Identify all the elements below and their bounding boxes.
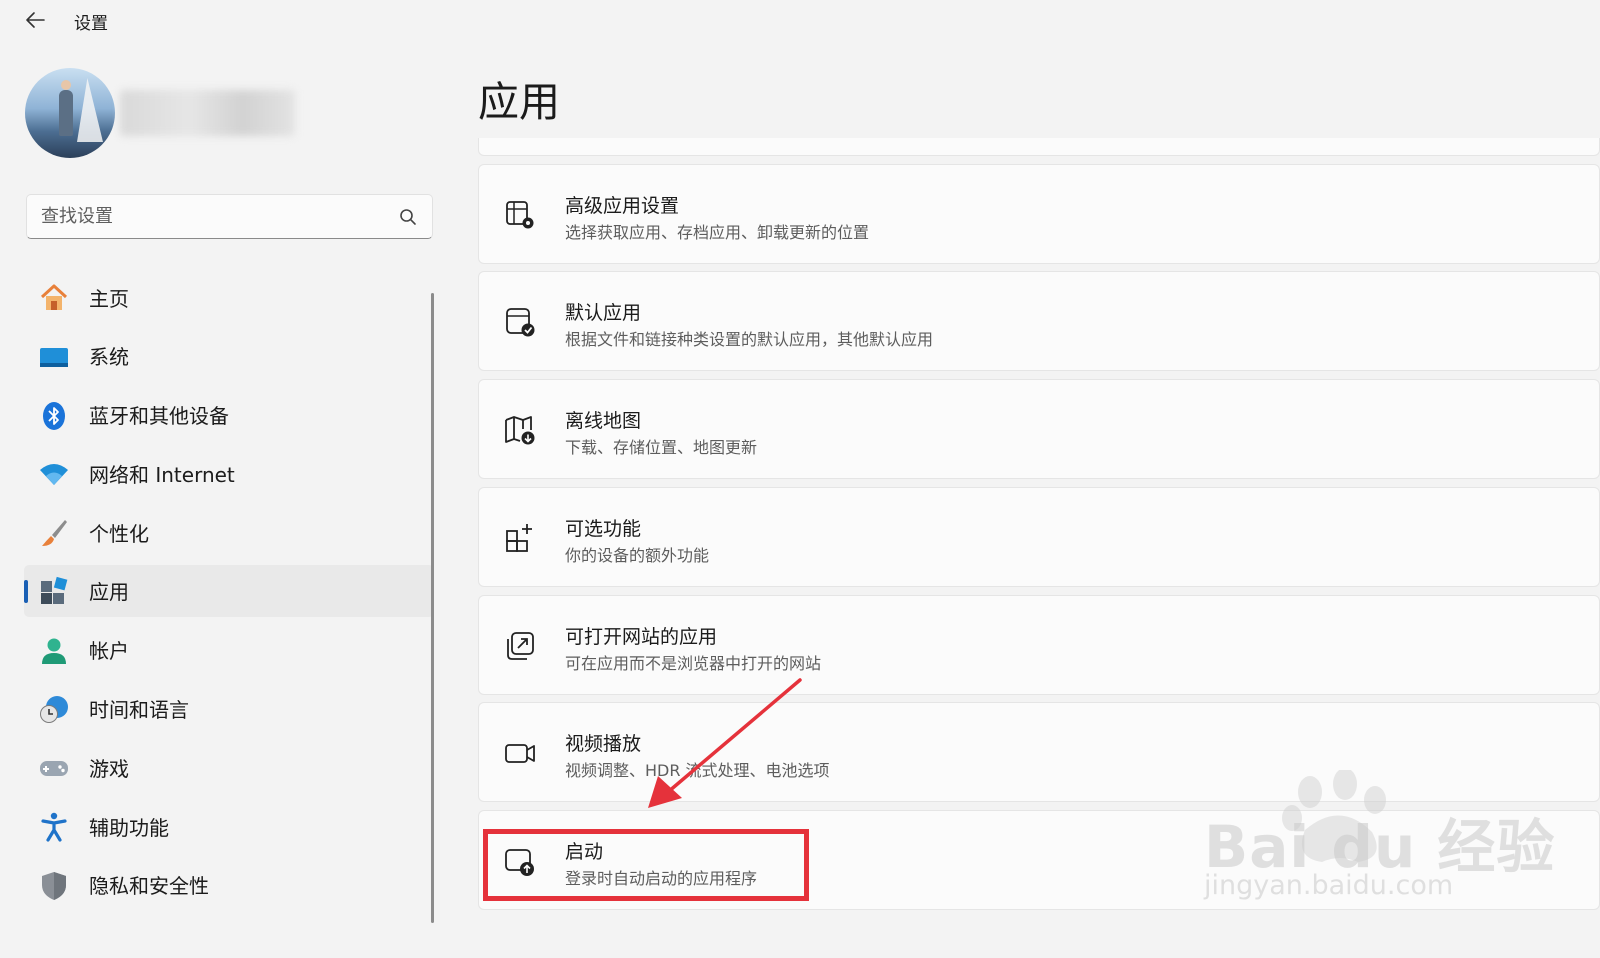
sidebar-item-accounts[interactable]: 帐户: [24, 624, 434, 676]
offline-map-icon: [505, 416, 535, 445]
sidebar-item-label: 应用: [89, 580, 129, 605]
card-title: 默认应用: [565, 302, 642, 324]
avatar[interactable]: [25, 68, 115, 158]
sidebar-item-network[interactable]: 网络和 Internet: [24, 447, 434, 499]
back-button[interactable]: [22, 6, 50, 34]
sidebar-item-bluetooth[interactable]: 蓝牙和其他设备: [24, 389, 434, 441]
card-title: 可打开网站的应用: [565, 626, 718, 648]
search-icon[interactable]: [398, 207, 418, 227]
card-advanced-app-settings[interactable]: 高级应用设置 选择获取应用、存档应用、卸载更新的位置: [478, 164, 1600, 264]
apps-icon: [41, 576, 68, 604]
card-subtitle: 下载、存储位置、地图更新: [565, 438, 758, 457]
card-default-apps[interactable]: 默认应用 根据文件和链接种类设置的默认应用，其他默认应用: [478, 271, 1600, 371]
card-offline-maps[interactable]: 离线地图 下载、存储位置、地图更新: [478, 379, 1600, 479]
search-box[interactable]: [26, 194, 433, 239]
card-optional-features[interactable]: 可选功能 你的设备的额外功能: [478, 487, 1600, 587]
video-camera-icon: [505, 744, 535, 763]
sidebar-item-time-language[interactable]: 时间和语言: [24, 683, 434, 735]
gamepad-icon: [40, 761, 68, 777]
clock-globe-icon: [40, 695, 68, 723]
system-icon: [40, 347, 68, 367]
sidebar-item-accessibility[interactable]: 辅助功能: [24, 800, 434, 852]
card-title: 高级应用设置: [565, 195, 680, 217]
wifi-icon: [40, 464, 68, 486]
card-title: 视频播放: [565, 733, 642, 755]
card-title: 可选功能: [565, 518, 642, 540]
red-arrow-icon: [648, 678, 802, 808]
card-partial-top: [478, 138, 1600, 156]
sidebar-item-privacy-security[interactable]: 隐私和安全性: [24, 859, 434, 911]
sidebar-item-label: 个性化: [89, 521, 149, 546]
sidebar-item-apps[interactable]: 应用: [24, 564, 434, 617]
user-name-blurred: [120, 90, 295, 136]
sidebar-item-label: 主页: [89, 286, 129, 311]
sidebar-item-label: 游戏: [89, 756, 129, 781]
sidebar-item-label: 隐私和安全性: [89, 874, 209, 899]
card-subtitle: 你的设备的额外功能: [565, 546, 710, 565]
back-arrow-icon: [26, 12, 45, 28]
sidebar-nav: 主页 系统 蓝牙和其他设备 网络和 Internet 个性化 应用 帐户 时间和…: [24, 271, 434, 918]
sidebar-scrollbar[interactable]: [431, 293, 434, 923]
sidebar-item-label: 时间和语言: [89, 698, 189, 723]
sidebar-item-label: 系统: [89, 345, 129, 370]
sidebar-item-gaming[interactable]: 游戏: [24, 741, 434, 793]
sidebar-item-home[interactable]: 主页: [24, 271, 434, 323]
card-title: 离线地图: [565, 410, 642, 432]
title-bar: 设置: [0, 0, 1600, 40]
highlight-box: [483, 829, 809, 901]
default-apps-icon: [506, 308, 535, 337]
watermark-url: jingyan.baidu.com: [1204, 870, 1454, 901]
open-website-icon: [507, 632, 534, 660]
search-input[interactable]: [27, 195, 415, 238]
card-subtitle: 可在应用而不是浏览器中打开的网站: [565, 654, 822, 673]
bluetooth-icon: [43, 401, 65, 430]
card-subtitle: 选择获取应用、存档应用、卸载更新的位置: [565, 223, 870, 242]
sidebar-item-personalization[interactable]: 个性化: [24, 506, 434, 558]
home-icon: [40, 284, 68, 310]
shield-icon: [42, 871, 66, 900]
sidebar-item-label: 辅助功能: [89, 815, 169, 840]
card-subtitle: 根据文件和链接种类设置的默认应用，其他默认应用: [565, 330, 934, 349]
app-title: 设置: [74, 14, 108, 34]
accessibility-icon: [41, 812, 67, 842]
page-title: 应用: [478, 78, 560, 126]
sidebar-item-label: 蓝牙和其他设备: [89, 404, 229, 429]
sidebar-item-system[interactable]: 系统: [24, 330, 434, 382]
app-settings-icon: [506, 201, 534, 229]
sidebar-item-label: 帐户: [89, 639, 129, 664]
optional-features-icon: [506, 524, 532, 552]
account-icon: [42, 638, 66, 664]
sidebar-item-label: 网络和 Internet: [89, 462, 235, 487]
brush-icon: [42, 520, 67, 547]
